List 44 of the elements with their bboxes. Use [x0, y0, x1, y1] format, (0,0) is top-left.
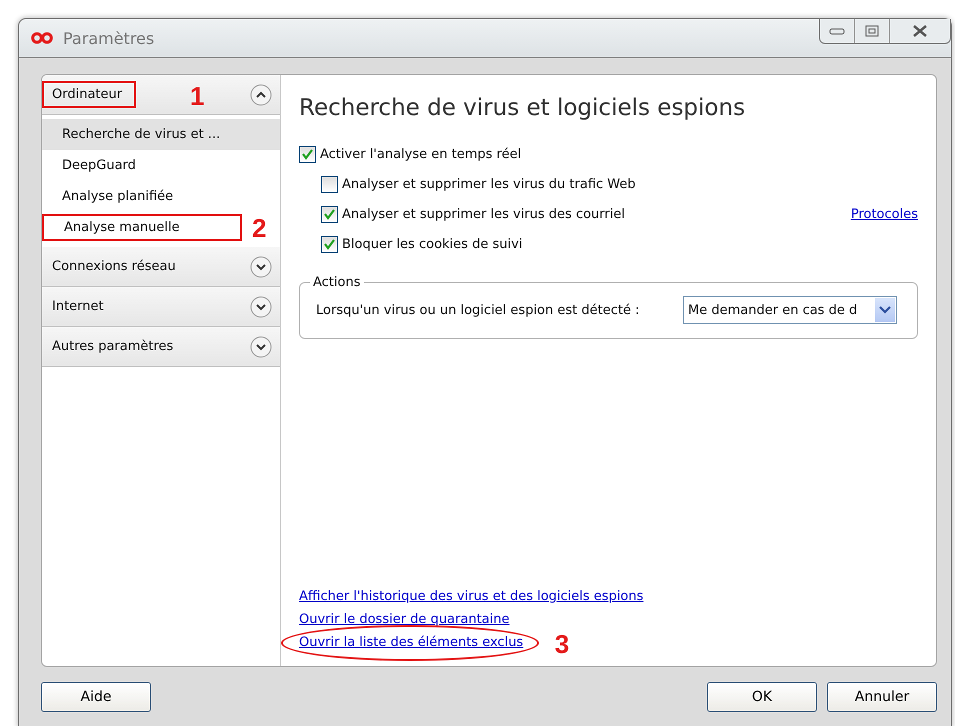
page-title: Recherche de virus et logiciels espions	[299, 95, 746, 121]
sidebar-item[interactable]: Recherche de virus et ...	[42, 119, 280, 150]
dialog-button[interactable]: Annuler	[827, 682, 937, 712]
chevron-down-icon[interactable]	[250, 296, 272, 318]
field-label: Lorsqu'un virus ou un logiciel espion est détecté :	[316, 302, 640, 318]
maximize-icon	[865, 25, 879, 37]
protocols-link[interactable]: Protocoles	[850, 206, 918, 222]
link[interactable]: Ouvrir le dossier de quarantaine	[299, 612, 510, 627]
checkbox[interactable]	[321, 236, 338, 252]
checkbox[interactable]	[299, 146, 316, 162]
callout-number: 3	[554, 631, 570, 657]
section-label: Ordinateur	[44, 83, 134, 106]
checkbox-label: Bloquer les cookies de suivi	[342, 236, 522, 252]
checkbox[interactable]	[321, 206, 338, 222]
sidebar-section-header[interactable]: Internet	[42, 287, 280, 327]
close-icon	[912, 25, 928, 37]
link[interactable]: Ouvrir la liste des éléments exclus	[299, 635, 524, 650]
chevron-up-icon[interactable]	[250, 84, 272, 106]
sidebar-item[interactable]: DeepGuard	[42, 150, 280, 181]
minimize-icon	[829, 27, 845, 35]
sidebar-section-header[interactable]: Autres paramètres	[42, 327, 280, 367]
section-label: Autres paramètres	[52, 338, 174, 356]
chevron-down-icon[interactable]	[250, 336, 272, 358]
callout-number: 2	[252, 215, 266, 241]
checkbox-label: Analyser et supprimer les virus des courriel	[342, 206, 625, 222]
link[interactable]: Afficher l'historique des virus et des logiciels espions	[299, 589, 644, 604]
group-title: Actions	[312, 275, 362, 290]
sidebar-section-header[interactable]: Ordinateur 1	[42, 75, 280, 115]
checkbox-label: Activer l'analyse en temps réel	[320, 146, 522, 162]
dialog-button[interactable]: OK	[707, 682, 817, 712]
action-dropdown[interactable]: Me demander en cas de d	[683, 296, 897, 324]
app-logo-icon	[31, 32, 53, 44]
sidebar-item[interactable]: Analyse manuelle 2	[42, 212, 280, 243]
checkbox[interactable]	[321, 176, 338, 192]
section-label: Connexions réseau	[52, 258, 176, 276]
sidebar-item[interactable]: Analyse planifiée	[42, 181, 280, 212]
checkbox-label: Analyser et supprimer les virus du trafic Web	[342, 176, 636, 192]
sidebar-section-header[interactable]: Connexions réseau	[42, 247, 280, 287]
callout-number: 1	[190, 83, 204, 109]
chevron-down-icon	[879, 306, 891, 314]
help-button[interactable]: Aide	[41, 682, 151, 712]
window-title: Paramètres	[63, 28, 154, 48]
section-label: Internet	[52, 298, 104, 316]
chevron-down-icon[interactable]	[250, 256, 272, 278]
